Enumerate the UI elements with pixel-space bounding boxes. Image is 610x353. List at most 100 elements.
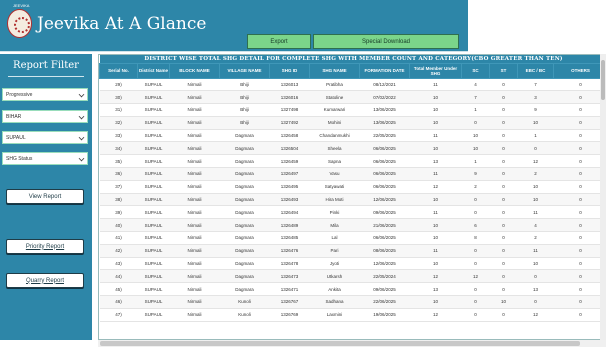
table-cell: 0 — [553, 295, 605, 309]
column-header: FORMATION DATE — [359, 62, 410, 79]
table-cell: 13 — [409, 282, 462, 297]
table-cell: 37) — [99, 180, 138, 194]
table-cell: 11 — [409, 205, 462, 220]
table-cell: 12 — [517, 308, 554, 322]
table-cell: SUPAUL — [137, 205, 170, 220]
table-cell: 33) — [99, 129, 138, 143]
table-cell: 11 — [517, 205, 554, 220]
table-cell: 0 — [553, 129, 605, 143]
table-cell: 13/06/2025 — [359, 116, 410, 130]
table-cell: Statoline — [309, 90, 360, 105]
table-cell: 0 — [489, 244, 518, 258]
table-cell: 10 — [517, 193, 554, 207]
shg-detail-table-container[interactable]: DISTRICT WISE TOTAL SHG DETAIL FOR COMPL… — [98, 54, 606, 340]
table-cell: 06/06/2025 — [359, 180, 410, 194]
quarry-report-link[interactable]: Quarry Report — [6, 273, 84, 288]
column-header: VILLAGE NAME — [219, 62, 270, 79]
table-cell: 44) — [99, 269, 138, 284]
table-cell: Nirmali — [169, 218, 220, 233]
sidebar-title: Report Filter — [0, 60, 92, 77]
table-cell: 08/12/2021 — [359, 78, 410, 92]
table-cell: Pratibha — [309, 78, 360, 92]
table-cell: Pari — [309, 244, 360, 258]
table-cell: Satyawati — [309, 180, 360, 194]
table-cell: SUPAUL — [137, 282, 170, 297]
table-cell: 10 — [489, 295, 518, 309]
table-cell: Laxmini — [309, 308, 360, 322]
table-cell: SUPAUL — [137, 141, 170, 156]
table-cell: 1327492 — [269, 116, 310, 130]
table-cell: 0 — [489, 103, 518, 117]
table-row: 41) SUPAUL Nirmali Dagmara 1326485 Lal 06/06/2… — [99, 231, 605, 245]
table-cell: 1326485 — [269, 231, 310, 245]
table-cell: Nirmali — [169, 129, 220, 143]
table-cell: SUPAUL — [137, 269, 170, 284]
report-type-select[interactable]: Progressive — [2, 88, 88, 101]
table-cell: 0 — [553, 154, 605, 169]
table-cell: 11 — [409, 129, 462, 143]
table-cell: 1326013 — [269, 78, 310, 92]
table-cell: 0 — [489, 129, 518, 143]
table-cell: SUPAUL — [137, 180, 170, 194]
table-cell: 21/06/2025 — [359, 218, 410, 233]
shg-status-value: SHG Status — [6, 155, 33, 162]
table-cell: 2 — [517, 167, 554, 181]
table-cell: 22/05/2025 — [359, 129, 410, 143]
table-row: 29) SUPAUL Nirmali Bhiji 1326013 Pratibha 08/1… — [99, 78, 605, 92]
table-cell: 10 — [409, 103, 462, 117]
table-cell: 11 — [409, 167, 462, 181]
table-cell: Dagmara — [219, 282, 270, 297]
table-cell: Jyoti — [309, 257, 360, 271]
state-select[interactable]: BIHAR — [2, 110, 88, 123]
column-header: Total Member Under SHG — [409, 62, 462, 79]
table-cell: 0 — [553, 180, 605, 194]
table-cell: 22/06/2025 — [359, 295, 410, 309]
table-cell: 1326459 — [269, 154, 310, 169]
table-cell: 29) — [99, 78, 138, 92]
table-cell: 0 — [553, 218, 605, 233]
horizontal-scrollbar-thumb[interactable] — [100, 341, 580, 346]
export-button[interactable]: Export — [247, 34, 311, 49]
special-download-button[interactable]: Special Download — [313, 34, 459, 49]
table-cell: Dagmara — [219, 193, 270, 207]
table-cell: 0 — [489, 193, 518, 207]
table-cell: Nirmali — [169, 78, 220, 92]
table-cell: 0 — [489, 231, 518, 245]
table-cell: 0 — [517, 295, 554, 309]
table-row: 33) SUPAUL Nirmali Dagmara 1326458 Chandanmuk… — [99, 129, 605, 143]
table-cell: 0 — [489, 180, 518, 194]
table-cell: Dagmara — [219, 218, 270, 233]
table-cell: Nirmali — [169, 167, 220, 181]
table-cell: Dagmara — [219, 205, 270, 220]
table-cell: 0 — [489, 257, 518, 271]
table-cell: 1326495 — [269, 180, 310, 194]
table-cell: 1 — [517, 129, 554, 143]
table-cell: Kunoli — [219, 295, 270, 309]
table-cell: 0 — [461, 116, 490, 130]
vertical-scrollbar-thumb[interactable] — [601, 60, 605, 100]
priority-report-link[interactable]: Priority Report — [6, 239, 84, 254]
table-cell: Nirmali — [169, 193, 220, 207]
table-cell: 7 — [517, 78, 554, 92]
table-cell: 1326769 — [269, 308, 310, 322]
district-value: SUPAUL — [6, 134, 26, 141]
table-cell: 08/06/2025 — [359, 244, 410, 258]
table-cell: Sheela — [309, 141, 360, 156]
app-header: JEEVIKA Jeevika At A Glance Export Speci… — [0, 0, 468, 52]
table-row: 32) SUPAUL Nirmali Bhiji 1327492 Mohini 13/06/… — [99, 116, 605, 130]
table-cell: 0 — [517, 269, 554, 284]
table-cell: 30) — [99, 90, 138, 105]
view-report-button[interactable]: View Report — [6, 189, 84, 204]
table-cell: Ankita — [309, 282, 360, 297]
table-cell: 7 — [461, 90, 490, 105]
table-cell: Nirmali — [169, 269, 220, 284]
table-cell: Utkarsh — [309, 269, 360, 284]
district-select[interactable]: SUPAUL — [2, 131, 88, 144]
table-cell: 0 — [489, 308, 518, 322]
table-cell: Bhiji — [219, 103, 270, 117]
shg-status-select[interactable]: SHG Status — [2, 152, 88, 165]
table-cell: 0 — [553, 116, 605, 130]
table-row: 47) SUPAUL Nirmali Kunoli 1326769 Laxmini 19/0… — [99, 308, 605, 322]
table-cell: 0 — [553, 90, 605, 105]
table-cell: 1326478 — [269, 257, 310, 271]
